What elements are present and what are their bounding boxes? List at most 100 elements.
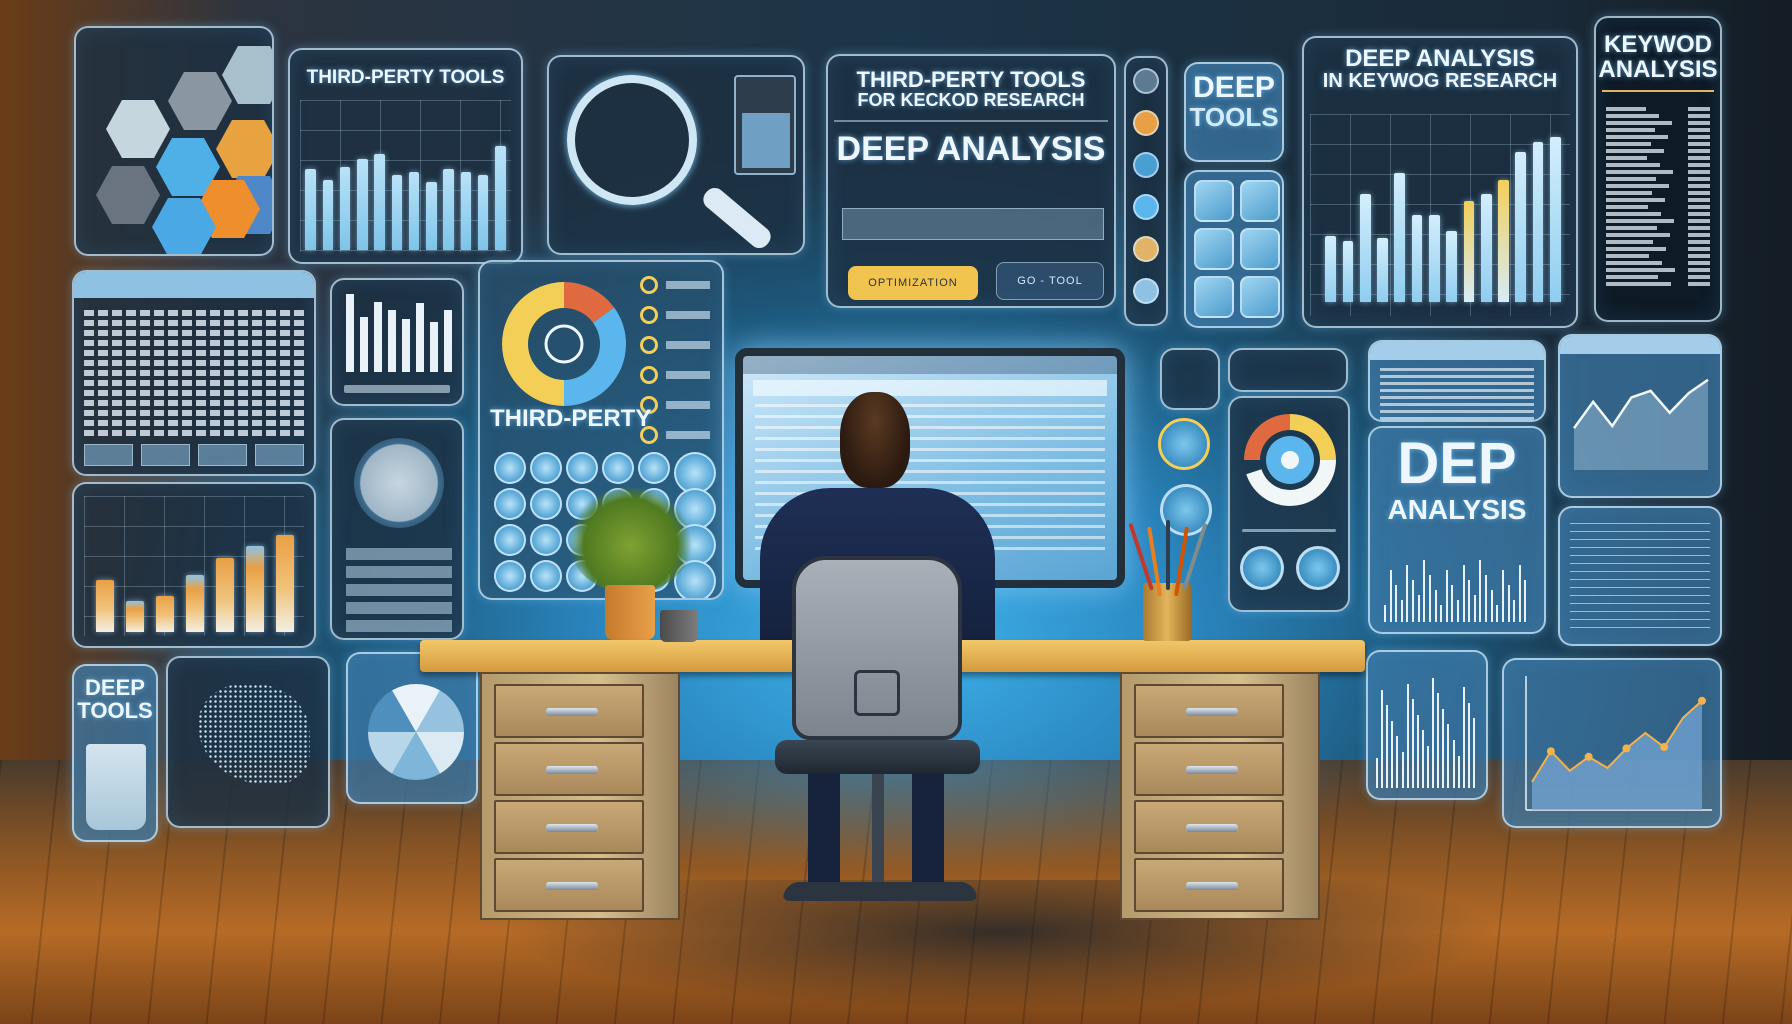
spike-bar [1434, 589, 1437, 622]
table-button-row [84, 444, 304, 466]
keyword-text [1606, 219, 1674, 224]
text-line [1380, 403, 1534, 406]
keyword-text [1606, 233, 1670, 238]
spreadsheet-grid [1560, 508, 1720, 643]
spike-bar [1468, 580, 1471, 622]
keyword-text [1606, 114, 1659, 119]
spike-bar [1421, 730, 1424, 788]
donut-center-ring [544, 324, 584, 364]
table-action-button[interactable] [198, 444, 247, 466]
table-action-button[interactable] [84, 444, 133, 466]
keyword-row [1606, 219, 1710, 224]
side-tool-icon[interactable] [1133, 152, 1159, 178]
sheet-row [1570, 611, 1710, 612]
hex-app-icon[interactable] [216, 120, 272, 178]
tool-circle-icon[interactable] [494, 452, 526, 484]
office-chair-seat [775, 740, 980, 774]
hex-app-icon[interactable] [222, 46, 272, 104]
line-chart-panel [1502, 658, 1722, 828]
keyword-row [1606, 233, 1710, 238]
keyword-text [1606, 226, 1657, 231]
hex-app-icon[interactable] [168, 72, 232, 130]
magnifier-panel [547, 55, 805, 255]
tool-circle-icon[interactable] [602, 452, 634, 484]
keyword-analysis-panel: KEYWOD ANALYSIS [1594, 16, 1722, 322]
legend-ring-icon [640, 276, 658, 294]
tool-circle-icon[interactable] [566, 452, 598, 484]
tool-circle-icon[interactable] [530, 488, 562, 520]
side-tool-icon[interactable] [1133, 278, 1159, 304]
left-drawer-pedestal [480, 672, 680, 920]
drawer[interactable] [1134, 684, 1284, 738]
tool-circle-icon[interactable] [530, 524, 562, 556]
tool-circle-icon[interactable] [638, 452, 670, 484]
tool-circle-icon[interactable] [494, 560, 526, 592]
hex-app-icon[interactable] [106, 100, 170, 158]
mini-bar [444, 309, 452, 372]
keyword-row [1606, 142, 1710, 147]
drawer[interactable] [1134, 742, 1284, 796]
keyword-row [1606, 275, 1710, 280]
device-screen [742, 113, 790, 168]
tool-square-icon[interactable] [1240, 276, 1280, 318]
keyword-row [1606, 121, 1710, 126]
tool-square-icon[interactable] [1240, 228, 1280, 270]
keyword-text [1606, 275, 1658, 280]
hex-app-icon[interactable] [96, 166, 160, 224]
tool-circle-icon[interactable] [494, 524, 526, 556]
spike-bar [1472, 718, 1475, 788]
spike-bar [1467, 702, 1470, 788]
side-tool-icon[interactable] [1133, 236, 1159, 262]
area-chart [1572, 378, 1709, 470]
tool-square-icon[interactable] [1240, 180, 1280, 222]
bar [1377, 237, 1388, 302]
keyword-text [1606, 205, 1648, 210]
search-bar[interactable] [842, 208, 1104, 240]
bar [1411, 215, 1423, 302]
keyword-value [1688, 240, 1710, 245]
keyword-text [1606, 191, 1652, 196]
table-row-line [84, 320, 304, 326]
table-action-button[interactable] [141, 444, 190, 466]
tool-square-icon[interactable] [1194, 180, 1234, 222]
drawer[interactable] [494, 858, 644, 912]
go-tool-button[interactable]: GO - TOOL [996, 262, 1104, 300]
side-tool-icon[interactable] [1133, 110, 1159, 136]
tool-circle-icon[interactable] [530, 560, 562, 592]
drawer[interactable] [494, 742, 644, 796]
spike-bar [1386, 705, 1389, 788]
keyword-row [1606, 170, 1710, 175]
spike-bar [1457, 755, 1460, 788]
spike-bar [1473, 594, 1476, 622]
drawer[interactable] [1134, 800, 1284, 854]
bar [322, 179, 334, 250]
tool-circle-icon[interactable] [530, 452, 562, 484]
bar [1394, 173, 1406, 302]
spike-bar [1524, 580, 1527, 622]
right-drawer-pedestal [1120, 672, 1320, 920]
keyword-text [1606, 170, 1673, 175]
drawer[interactable] [494, 800, 644, 854]
spike-bar [1445, 570, 1448, 622]
spike-bar [1417, 594, 1420, 622]
pencil [1166, 520, 1170, 590]
side-tool-icon[interactable] [1133, 194, 1159, 220]
keyword-text [1606, 156, 1647, 161]
tool-square-icon[interactable] [1194, 228, 1234, 270]
tool-circle-icon[interactable] [494, 488, 526, 520]
drawer[interactable] [494, 684, 644, 738]
side-tool-icon[interactable] [1133, 68, 1159, 94]
monitor-row [755, 415, 1105, 418]
bar [357, 159, 368, 250]
spike-bar [1406, 683, 1409, 788]
monitor-address-bar[interactable] [753, 380, 1107, 396]
spike-bar [1440, 604, 1443, 622]
drawer[interactable] [1134, 858, 1284, 912]
tool-square-icon[interactable] [1194, 276, 1234, 318]
optimization-button[interactable]: OPTIMIZATION [848, 266, 978, 300]
table-action-button[interactable] [255, 444, 304, 466]
keyword-row [1606, 184, 1710, 189]
deep-analysis-chart-panel: DEEP ANALYSIS IN KEYWOG RESEARCH [1302, 36, 1578, 328]
bar [1549, 136, 1561, 302]
keyword-text [1606, 240, 1653, 245]
